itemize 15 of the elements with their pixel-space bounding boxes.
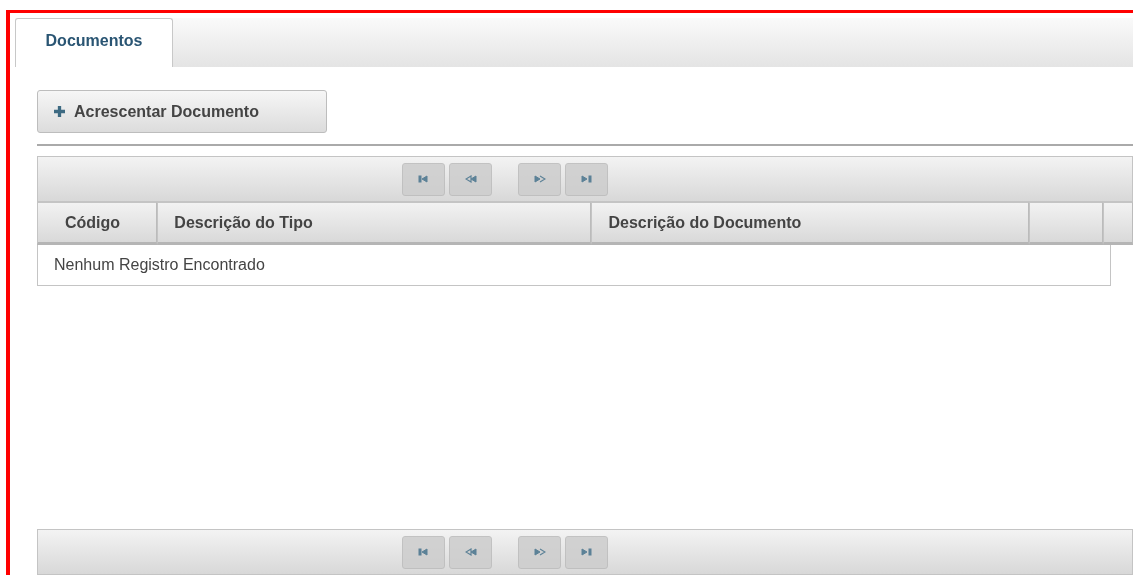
last-page-icon bbox=[580, 548, 593, 556]
add-document-button[interactable]: Acrescentar Documento bbox=[37, 90, 327, 133]
first-page-icon bbox=[417, 548, 430, 556]
first-page-icon bbox=[417, 175, 430, 183]
plus-icon bbox=[54, 106, 65, 117]
next-page-icon bbox=[533, 175, 546, 183]
next-page-icon bbox=[533, 548, 546, 556]
column-header[interactable]: Código bbox=[37, 202, 158, 245]
tab[interactable]: Documentos bbox=[15, 18, 173, 67]
column-header[interactable]: Descrição do Documento bbox=[591, 202, 1030, 245]
last-page-icon bbox=[580, 175, 593, 183]
previous-page-icon bbox=[464, 548, 477, 556]
column-header[interactable]: Descrição do Tipo bbox=[157, 202, 592, 245]
previous-page-icon bbox=[464, 175, 477, 183]
empty-message: Nenhum Registro Encontrado bbox=[54, 256, 265, 274]
